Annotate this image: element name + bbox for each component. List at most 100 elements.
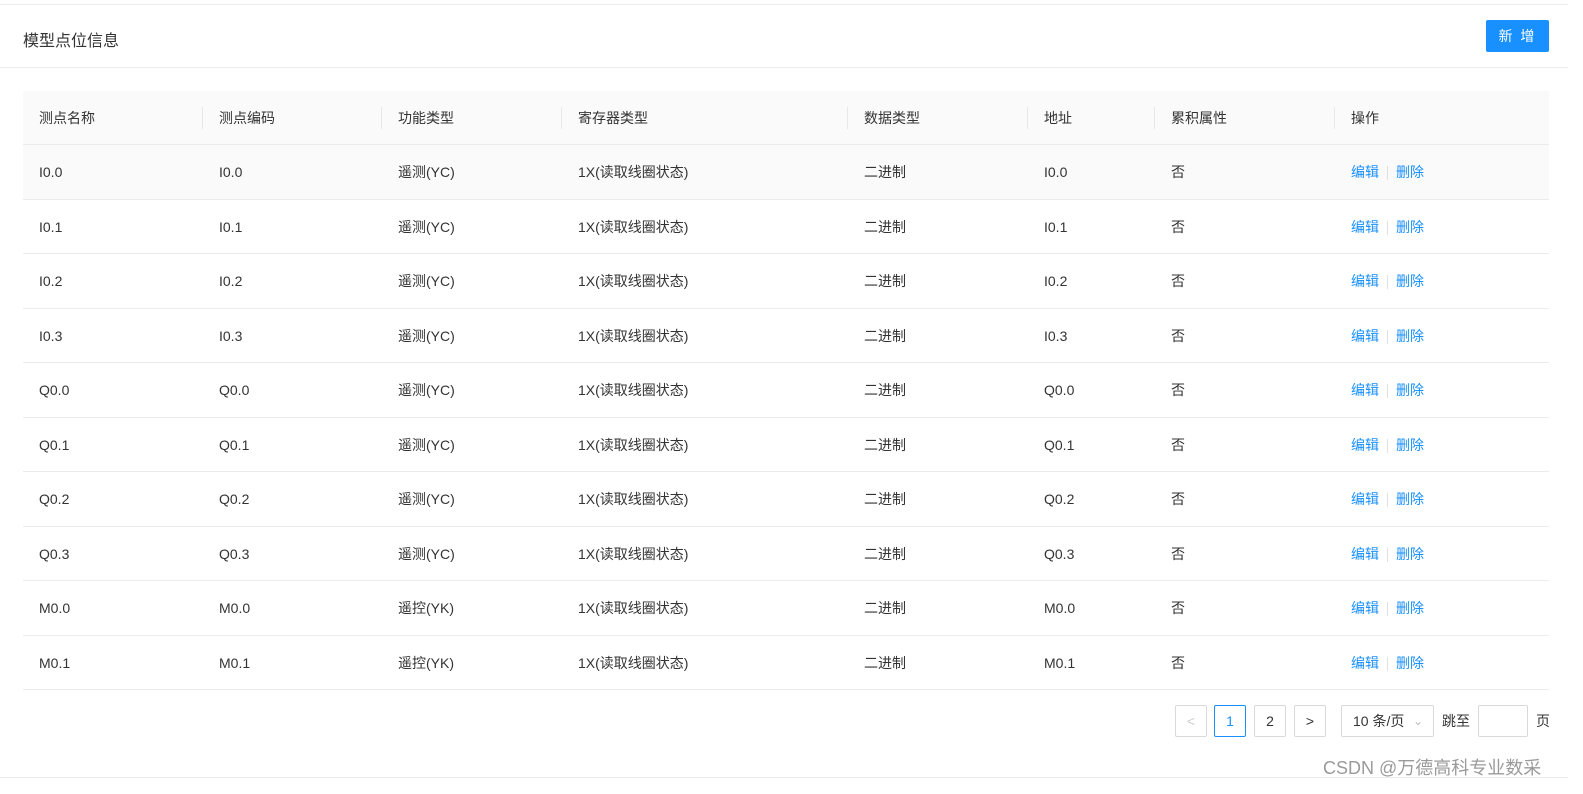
table-cell: 二进制 (864, 382, 906, 398)
page-size-select[interactable]: 10 条/页 ⌄ (1341, 705, 1434, 737)
prev-page-button[interactable]: < (1175, 705, 1207, 737)
jump-page-input[interactable] (1478, 705, 1528, 737)
edit-link[interactable]: 编辑 (1351, 600, 1379, 616)
table-cell: 否 (1171, 164, 1185, 180)
table-cell: M0.0 (39, 600, 71, 616)
column-header: 数据类型 (864, 110, 920, 126)
action-divider (1387, 275, 1388, 290)
table-cell: M0.1 (39, 654, 71, 671)
edit-link[interactable]: 编辑 (1351, 382, 1379, 398)
table-cell: 遥控(YK) (398, 654, 454, 671)
next-page-button[interactable]: > (1294, 705, 1326, 737)
table-cell: I0.3 (219, 327, 243, 344)
row-actions: 编辑 删除 (1335, 254, 1424, 308)
edit-link[interactable]: 编辑 (1351, 219, 1379, 235)
row-actions: 编辑 删除 (1335, 472, 1424, 526)
jump-label: 跳至 (1442, 713, 1470, 729)
table-cell: 遥测(YC) (398, 491, 455, 507)
delete-link[interactable]: 删除 (1396, 219, 1424, 235)
delete-link[interactable]: 删除 (1396, 655, 1424, 671)
delete-link[interactable]: 删除 (1396, 491, 1424, 507)
column-header: 测点编码 (219, 110, 275, 126)
action-divider (1387, 438, 1388, 453)
delete-link[interactable]: 删除 (1396, 546, 1424, 562)
action-divider (1387, 602, 1388, 617)
delete-link[interactable]: 删除 (1396, 600, 1424, 616)
table-row: I0.0 I0.0 遥测(YC) 1X(读取线圈状态) 二进制 I0.0 否 编辑 删除 (23, 145, 1549, 200)
table-cell: 1X(读取线圈状态) (578, 654, 689, 671)
table-cell: Q0.3 (39, 545, 70, 562)
table-cell: I0.1 (1044, 218, 1068, 235)
table-cell: Q0.3 (219, 545, 250, 562)
page-size-value: 10 条/页 (1353, 713, 1405, 729)
table-cell: 二进制 (864, 218, 906, 235)
edit-link[interactable]: 编辑 (1351, 273, 1379, 289)
chevron-down-icon: ⌄ (1412, 714, 1423, 728)
delete-link[interactable]: 删除 (1396, 273, 1424, 289)
table-cell: Q0.0 (1044, 382, 1075, 398)
table-cell: 二进制 (864, 600, 906, 616)
action-divider (1387, 220, 1388, 235)
delete-link[interactable]: 删除 (1396, 437, 1424, 453)
table-cell: 二进制 (864, 545, 906, 562)
table-cell: 二进制 (864, 491, 906, 507)
table-cell: I0.0 (219, 164, 243, 180)
table-cell: Q0.1 (1044, 436, 1075, 453)
table-cell: 1X(读取线圈状态) (578, 545, 689, 562)
action-divider (1387, 656, 1388, 671)
table-cell: 遥测(YC) (398, 436, 455, 453)
table-cell: 否 (1171, 382, 1185, 398)
table-cell: I0.3 (39, 327, 63, 344)
table-cell: 否 (1171, 545, 1185, 562)
table-cell: Q0.2 (39, 491, 70, 507)
table-cell: 1X(读取线圈状态) (578, 491, 689, 507)
column-header: 寄存器类型 (578, 110, 648, 126)
table-row: Q0.1 Q0.1 遥测(YC) 1X(读取线圈状态) 二进制 Q0.1 否 编辑 删除 (23, 418, 1549, 472)
table-cell: M0.1 (1044, 654, 1076, 671)
table-cell: 遥测(YC) (398, 382, 455, 398)
table-cell: 1X(读取线圈状态) (578, 436, 689, 453)
card-header: 模型点位信息 新 增 (0, 5, 1568, 68)
table-cell: M0.1 (219, 654, 251, 671)
table-header: 测点名称 测点编码 功能类型 寄存器类型 数据类型 地址 累积属性 操作 (23, 91, 1549, 145)
table-cell: 1X(读取线圈状态) (578, 218, 689, 235)
table-cell: Q0.2 (219, 491, 250, 507)
table-row: M0.1 M0.1 遥控(YK) 1X(读取线圈状态) 二进制 M0.1 否 编辑 删除 (23, 636, 1549, 690)
edit-link[interactable]: 编辑 (1351, 164, 1379, 180)
table-cell: 否 (1171, 436, 1185, 453)
page-1-button[interactable]: 1 (1214, 705, 1246, 737)
watermark: CSDN @万德高科专业数采 (1323, 758, 1542, 778)
edit-link[interactable]: 编辑 (1351, 328, 1379, 344)
column-header: 累积属性 (1171, 110, 1227, 126)
table-cell: 1X(读取线圈状态) (578, 327, 689, 344)
delete-link[interactable]: 删除 (1396, 328, 1424, 344)
table-cell: 1X(读取线圈状态) (578, 600, 689, 616)
table-cell: 否 (1171, 218, 1185, 235)
page-2-button[interactable]: 2 (1254, 705, 1286, 737)
table-cell: M0.0 (219, 600, 251, 616)
edit-link[interactable]: 编辑 (1351, 437, 1379, 453)
table-row: I0.2 I0.2 遥测(YC) 1X(读取线圈状态) 二进制 I0.2 否 编辑 删除 (23, 254, 1549, 309)
delete-link[interactable]: 删除 (1396, 164, 1424, 180)
table-cell: I0.1 (219, 218, 243, 235)
table-cell: 二进制 (864, 164, 906, 180)
edit-link[interactable]: 编辑 (1351, 491, 1379, 507)
column-header: 功能类型 (398, 110, 454, 126)
table-cell: 遥测(YC) (398, 164, 455, 180)
page-title: 模型点位信息 (23, 33, 120, 50)
edit-link[interactable]: 编辑 (1351, 546, 1379, 562)
action-divider (1387, 166, 1388, 181)
row-actions: 编辑 删除 (1335, 636, 1424, 690)
table-cell: I0.1 (39, 218, 63, 235)
table-cell: 否 (1171, 654, 1185, 671)
add-button[interactable]: 新 增 (1486, 20, 1549, 52)
table-row: M0.0 M0.0 遥控(YK) 1X(读取线圈状态) 二进制 M0.0 否 编辑 删除 (23, 581, 1549, 636)
delete-link[interactable]: 删除 (1396, 382, 1424, 398)
edit-link[interactable]: 编辑 (1351, 655, 1379, 671)
table-cell: 二进制 (864, 327, 906, 344)
row-actions: 编辑 删除 (1335, 309, 1424, 363)
action-divider (1387, 547, 1388, 562)
table-body: I0.0 I0.0 遥测(YC) 1X(读取线圈状态) 二进制 I0.0 否编辑 删除 I0.1… (23, 145, 1549, 690)
table-cell: 遥控(YK) (398, 600, 454, 616)
table-row: I0.3 I0.3 遥测(YC) 1X(读取线圈状态) 二进制 I0.3 否 编辑 删除 (23, 309, 1549, 363)
